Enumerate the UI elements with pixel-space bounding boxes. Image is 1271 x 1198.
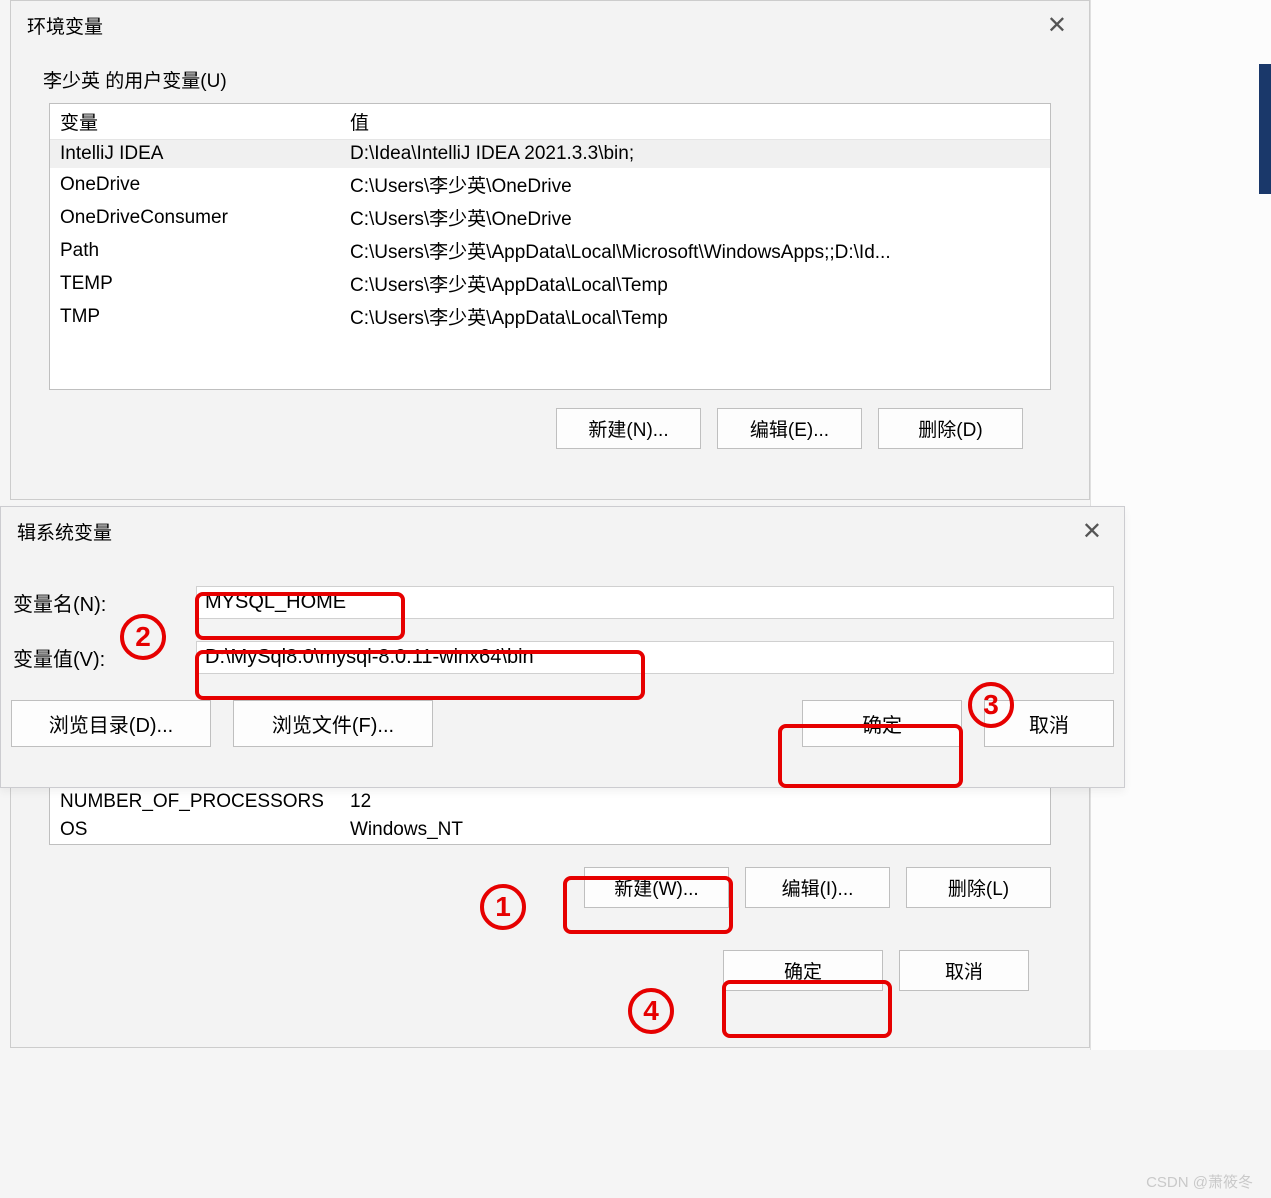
edit-sys-button[interactable]: 编辑(I)...	[745, 867, 890, 908]
system-vars-buttons: 新建(W)... 编辑(I)... 删除(L)	[11, 867, 1051, 908]
browse-file-button[interactable]: 浏览文件(F)...	[233, 700, 433, 747]
user-vars-group: 李少英 的用户变量(U) 变量 值 IntelliJ IDEA D:\Idea\…	[39, 66, 1061, 449]
dialog-title: 环境变量	[27, 12, 103, 39]
cell-var: IntelliJ IDEA	[50, 140, 340, 169]
ok-button[interactable]: 确定	[802, 700, 962, 747]
cell-val: C:\Users\李少英\OneDrive	[340, 201, 1050, 234]
ok-button[interactable]: 确定	[723, 950, 883, 991]
user-vars-label: 李少英 的用户变量(U)	[43, 66, 1061, 93]
table-row[interactable]: NUMBER_OF_PROCESSORS 12	[50, 788, 1050, 816]
table-row[interactable]: OneDriveConsumer C:\Users\李少英\OneDrive	[50, 201, 1050, 234]
col-value[interactable]: 值	[340, 104, 1050, 140]
system-vars-table[interactable]: NUMBER_OF_PROCESSORS 12 OS Windows_NT	[49, 788, 1051, 845]
system-vars-section: NUMBER_OF_PROCESSORS 12 OS Windows_NT 新建…	[10, 788, 1090, 1048]
delete-sys-button[interactable]: 删除(L)	[906, 867, 1051, 908]
table-row[interactable]: OneDrive C:\Users\李少英\OneDrive	[50, 168, 1050, 201]
cancel-button[interactable]: 取消	[899, 950, 1029, 991]
cell-var: OneDrive	[50, 168, 340, 201]
table-row[interactable]: Path C:\Users\李少英\AppData\Local\Microsof…	[50, 234, 1050, 267]
cell-var: NUMBER_OF_PROCESSORS	[50, 788, 340, 816]
new-user-button[interactable]: 新建(N)...	[556, 408, 701, 449]
var-value-row: 变量值(V):	[11, 641, 1114, 674]
table-row[interactable]: IntelliJ IDEA D:\Idea\IntelliJ IDEA 2021…	[50, 140, 1050, 169]
table-row[interactable]: TEMP C:\Users\李少英\AppData\Local\Temp	[50, 267, 1050, 300]
cell-val: C:\Users\李少英\AppData\Local\Microsoft\Win…	[340, 234, 1050, 267]
browse-dir-button[interactable]: 浏览目录(D)...	[11, 700, 211, 747]
var-name-row: 变量名(N):	[11, 586, 1114, 619]
cancel-button[interactable]: 取消	[984, 700, 1114, 747]
delete-user-button[interactable]: 删除(D)	[878, 408, 1023, 449]
dialog-title: 辑系统变量	[17, 518, 112, 545]
user-vars-buttons: 新建(N)... 编辑(E)... 删除(D)	[39, 408, 1023, 449]
env-vars-dialog: 环境变量 ✕ 李少英 的用户变量(U) 变量 值 IntelliJ IDEA D…	[10, 0, 1090, 500]
cell-val: C:\Users\李少英\AppData\Local\Temp	[340, 267, 1050, 300]
edit-user-button[interactable]: 编辑(E)...	[717, 408, 862, 449]
user-vars-table[interactable]: 变量 值 IntelliJ IDEA D:\Idea\IntelliJ IDEA…	[49, 103, 1051, 390]
watermark: CSDN @萧筱冬	[1146, 1171, 1253, 1192]
cell-var: TMP	[50, 300, 340, 333]
cell-val: 12	[340, 788, 1050, 816]
new-sys-button[interactable]: 新建(W)...	[584, 867, 729, 908]
titlebar: 辑系统变量 ✕	[1, 507, 1124, 556]
var-name-input[interactable]	[196, 586, 1114, 619]
cell-val: C:\Users\李少英\OneDrive	[340, 168, 1050, 201]
var-value-input[interactable]	[196, 641, 1114, 674]
table-row[interactable]: OS Windows_NT	[50, 816, 1050, 844]
cell-var: OS	[50, 816, 340, 844]
cell-var: OneDriveConsumer	[50, 201, 340, 234]
edit-dialog-buttons: 浏览目录(D)... 浏览文件(F)... 确定 取消	[11, 700, 1114, 747]
dialog-final-buttons: 确定 取消	[11, 950, 1029, 991]
titlebar: 环境变量 ✕	[11, 1, 1089, 50]
cell-var: TEMP	[50, 267, 340, 300]
cell-val: D:\Idea\IntelliJ IDEA 2021.3.3\bin;	[340, 140, 1050, 169]
col-variable[interactable]: 变量	[50, 104, 340, 140]
cell-val: Windows_NT	[340, 816, 1050, 844]
background-dark	[1259, 64, 1271, 194]
edit-sysvar-dialog: 辑系统变量 ✕ 变量名(N): 变量值(V): 浏览目录(D)... 浏览文件(…	[0, 506, 1125, 788]
cell-val: C:\Users\李少英\AppData\Local\Temp	[340, 300, 1050, 333]
close-icon[interactable]: ✕	[1037, 7, 1077, 44]
cell-var: Path	[50, 234, 340, 267]
table-row[interactable]: TMP C:\Users\李少英\AppData\Local\Temp	[50, 300, 1050, 333]
var-value-label: 变量值(V):	[11, 643, 196, 672]
close-icon[interactable]: ✕	[1072, 513, 1112, 550]
var-name-label: 变量名(N):	[11, 588, 196, 617]
